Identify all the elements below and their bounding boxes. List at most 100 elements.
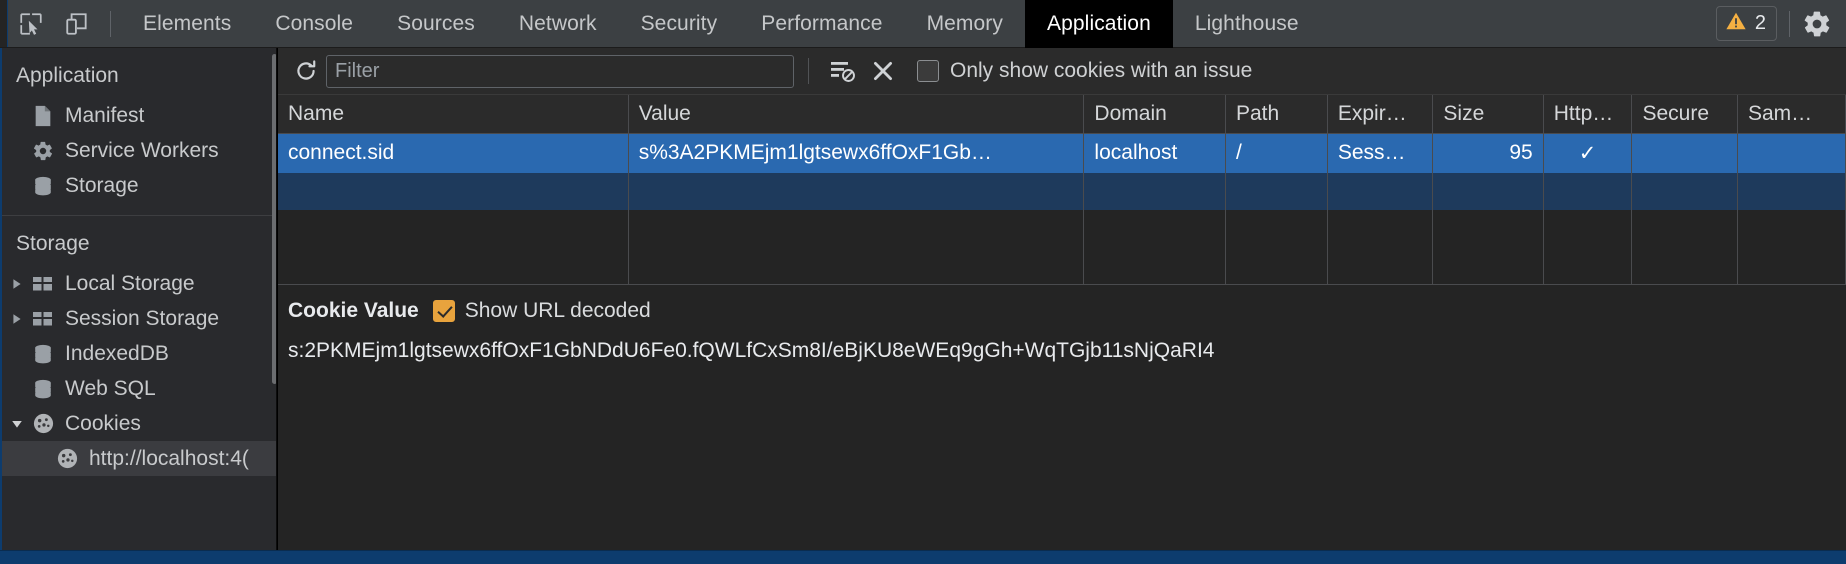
column-header-samesite[interactable]: Sam… <box>1737 95 1846 134</box>
cell-empty <box>1543 210 1633 247</box>
cookie-icon <box>54 447 80 470</box>
cell-empty[interactable] <box>1225 173 1328 210</box>
table-row[interactable]: connect.sid s%3A2PKMEjm1lgtsewx6ffOxF1Gb… <box>278 133 1846 173</box>
chevron-down-icon[interactable] <box>8 418 26 430</box>
cell-size[interactable]: 95 <box>1432 133 1544 173</box>
toolbar-divider-right <box>1789 10 1790 37</box>
sidebar-item-cookies[interactable]: Cookies <box>2 406 276 441</box>
device-toolbar-icon[interactable] <box>54 1 100 47</box>
sidebar-section-title-application: Application <box>16 64 119 87</box>
table-grid-icon <box>30 275 56 293</box>
cell-empty[interactable] <box>1631 173 1738 210</box>
cell-expires[interactable]: Sess… <box>1327 133 1434 173</box>
chevron-right-icon[interactable] <box>8 313 26 325</box>
cell-empty[interactable] <box>628 173 1085 210</box>
devtools-body: Application Manifest Service Workers Sto… <box>0 48 1846 550</box>
cell-empty[interactable] <box>1083 173 1226 210</box>
cell-empty[interactable] <box>278 173 629 210</box>
refresh-icon[interactable] <box>286 51 326 91</box>
toolbar-divider <box>110 10 111 37</box>
column-header-path[interactable]: Path <box>1225 95 1328 134</box>
sidebar-item-cookie-origin[interactable]: http://localhost:4( <box>2 441 276 476</box>
cell-domain[interactable]: localhost <box>1083 133 1226 173</box>
cell-path[interactable]: / <box>1225 133 1328 173</box>
inspect-cursor-icon[interactable] <box>8 1 54 47</box>
table-row-creation[interactable] <box>278 173 1846 210</box>
tab-security[interactable]: Security <box>619 0 740 48</box>
tab-application[interactable]: Application <box>1025 0 1173 48</box>
sidebar-item-indexeddb[interactable]: IndexedDB <box>2 336 276 371</box>
warning-count: 2 <box>1754 12 1766 34</box>
cookies-table-body: connect.sid s%3A2PKMEjm1lgtsewx6ffOxF1Gb… <box>278 133 1846 284</box>
column-header-expires[interactable]: Expir… <box>1327 95 1434 134</box>
sidebar-item-session-storage[interactable]: Session Storage <box>2 301 276 336</box>
cookies-toolbar-divider <box>808 58 809 84</box>
column-header-value[interactable]: Value <box>628 95 1085 134</box>
sidebar-item-label: http://localhost:4( <box>89 446 249 470</box>
cell-empty <box>1737 210 1846 247</box>
gear-icon[interactable] <box>1802 9 1840 39</box>
clear-all-cookies-x-icon[interactable] <box>863 51 903 91</box>
cell-name[interactable]: connect.sid <box>278 133 629 173</box>
tab-label: Security <box>640 11 718 35</box>
chevron-right-icon[interactable] <box>8 278 26 290</box>
application-sidebar: Application Manifest Service Workers Sto… <box>0 48 277 550</box>
clear-filtered-cookies-icon[interactable] <box>823 51 863 91</box>
sidebar-item-web-sql[interactable]: Web SQL <box>2 371 276 406</box>
column-header-name[interactable]: Name <box>278 95 629 134</box>
tab-label: Memory <box>926 11 1004 35</box>
cell-empty <box>1432 247 1544 284</box>
sidebar-item-label: Local Storage <box>65 271 195 295</box>
tab-elements[interactable]: Elements <box>121 0 253 48</box>
column-header-httponly[interactable]: Http… <box>1543 95 1633 134</box>
cell-empty[interactable] <box>1327 173 1434 210</box>
tab-lighthouse[interactable]: Lighthouse <box>1173 0 1321 48</box>
cell-empty[interactable] <box>1432 173 1544 210</box>
cell-empty[interactable] <box>1737 173 1846 210</box>
tab-label: Sources <box>397 11 475 35</box>
tab-label: Performance <box>761 11 883 35</box>
tab-performance[interactable]: Performance <box>739 0 904 48</box>
only-issues-label: Only show cookies with an issue <box>950 59 1253 82</box>
database-icon <box>30 378 56 400</box>
tab-network[interactable]: Network <box>497 0 619 48</box>
sidebar-item-service-workers[interactable]: Service Workers <box>2 133 276 168</box>
only-issues-checkbox[interactable]: Only show cookies with an issue <box>917 59 1252 83</box>
column-header-domain[interactable]: Domain <box>1083 95 1226 134</box>
warning-count-badge[interactable]: 2 <box>1715 6 1777 41</box>
window-left-edge <box>0 0 8 47</box>
column-header-size[interactable]: Size <box>1432 95 1544 134</box>
table-row-blank <box>278 210 1846 247</box>
cell-httponly[interactable]: ✓ <box>1543 133 1633 173</box>
tab-sources[interactable]: Sources <box>375 0 497 48</box>
cell-empty <box>1737 247 1846 284</box>
database-icon <box>30 343 56 365</box>
show-url-decoded-checkbox[interactable]: Show URL decoded <box>432 299 651 323</box>
sidebar-item-storage[interactable]: Storage <box>2 168 276 203</box>
cell-empty <box>628 210 1085 247</box>
devtools-main-toolbar: Elements Console Sources Network Securit… <box>0 0 1846 48</box>
cell-secure[interactable] <box>1631 133 1738 173</box>
cell-empty[interactable] <box>1543 173 1633 210</box>
sidebar-scrollbar[interactable] <box>272 54 276 384</box>
checkbox-box[interactable] <box>432 299 455 322</box>
sidebar-item-local-storage[interactable]: Local Storage <box>2 266 276 301</box>
devtools-window: Elements Console Sources Network Securit… <box>0 0 1846 564</box>
cookies-table-wrap: Name Value Domain Path Expir… Size Http…… <box>278 95 1846 285</box>
filter-input[interactable] <box>326 54 794 88</box>
tab-console[interactable]: Console <box>253 0 375 48</box>
cell-samesite[interactable] <box>1737 133 1846 173</box>
manifest-document-icon <box>30 105 56 127</box>
cell-empty <box>1327 247 1434 284</box>
sidebar-item-manifest[interactable]: Manifest <box>2 98 276 133</box>
checkbox-box[interactable] <box>917 60 939 82</box>
cookie-icon <box>30 412 56 435</box>
column-header-secure[interactable]: Secure <box>1631 95 1738 134</box>
cell-value[interactable]: s%3A2PKMEjm1lgtsewx6ffOxF1Gb… <box>628 133 1085 173</box>
tab-memory[interactable]: Memory <box>905 0 1025 48</box>
cell-empty <box>1225 210 1328 247</box>
cell-empty <box>1543 247 1633 284</box>
cookie-value-text: s:2PKMEjm1lgtsewx6ffOxF1GbNDdU6Fe0.fQWLf… <box>288 338 1215 362</box>
tab-label: Application <box>1047 11 1151 35</box>
cookies-table: Name Value Domain Path Expir… Size Http…… <box>278 95 1846 285</box>
